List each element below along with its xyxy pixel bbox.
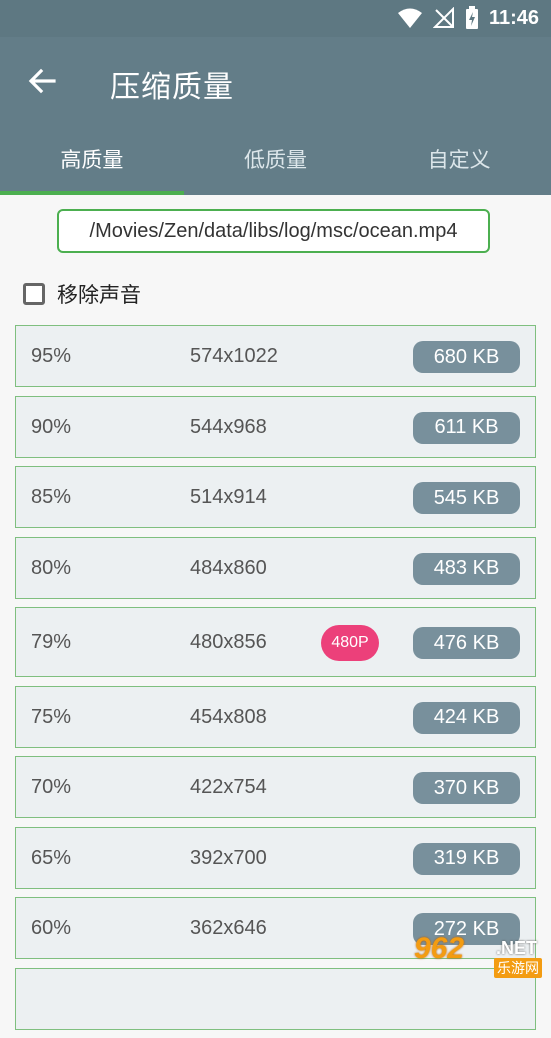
size-chip: 370 KB (413, 772, 520, 804)
size-chip: 476 KB (413, 627, 520, 659)
quality-resolution: 392x700 (190, 846, 267, 869)
tab-low-quality[interactable]: 低质量 (184, 123, 368, 195)
status-time: 11:46 (488, 6, 539, 29)
watermark-number: 962 (414, 932, 465, 965)
quality-resolution: 514x914 (190, 486, 267, 508)
status-bar: 11:46 (0, 0, 551, 37)
watermark-logo: 962 .NET 乐游网 (412, 932, 548, 978)
quality-resolution: 544x968 (190, 415, 267, 438)
quality-row[interactable]: 85% 514x914 545 KB (15, 466, 536, 528)
wifi-icon (397, 8, 422, 28)
quality-row[interactable]: 75% 454x808 424 KB (15, 685, 536, 748)
quality-percent: 60% (31, 917, 72, 939)
size-chip: 680 KB (413, 341, 520, 373)
no-signal-icon (432, 7, 454, 28)
watermark-net: .NET (496, 938, 538, 958)
quality-row[interactable]: 80% 484x860 483 KB (15, 536, 536, 599)
quality-row[interactable]: 70% 422x754 370 KB (15, 756, 536, 818)
battery-charging-icon (465, 6, 478, 29)
watermark-text: 乐游网 (494, 958, 542, 978)
back-button[interactable] (22, 61, 62, 101)
quality-resolution: 574x1022 (190, 345, 278, 367)
quality-row[interactable]: 90% 544x968 611 KB (15, 395, 536, 458)
file-path-field: /Movies/Zen/data/libs/log/msc/ocean.mp4 (57, 209, 490, 253)
quality-percent: 85% (31, 486, 72, 508)
resolution-badge: 480P (321, 625, 379, 661)
quality-percent: 70% (31, 776, 72, 798)
quality-percent: 80% (31, 556, 72, 579)
size-chip: 545 KB (413, 482, 520, 514)
remove-audio-label: 移除声音 (57, 284, 141, 307)
size-chip: 483 KB (413, 552, 520, 585)
tab-custom[interactable]: 自定义 (367, 123, 551, 195)
quality-row[interactable]: 79% 480x856 480P 476 KB (15, 607, 536, 677)
quality-resolution: 422x754 (190, 776, 267, 798)
size-chip: 611 KB (413, 411, 520, 444)
size-chip: 319 KB (413, 842, 520, 875)
tab-high-quality[interactable]: 高质量 (0, 123, 184, 195)
quality-percent: 75% (31, 705, 72, 728)
quality-percent: 79% (31, 631, 72, 653)
quality-percent: 95% (31, 345, 72, 367)
arrow-left-icon (28, 68, 56, 94)
size-chip: 424 KB (413, 701, 520, 734)
remove-audio-checkbox[interactable] (23, 283, 45, 305)
remove-audio-option[interactable]: 移除声音 (23, 279, 141, 309)
quality-row[interactable]: 95% 574x1022 680 KB (15, 325, 536, 387)
quality-percent: 65% (31, 846, 72, 869)
quality-row[interactable]: 65% 392x700 319 KB (15, 826, 536, 889)
quality-resolution: 480x856 (190, 631, 267, 653)
quality-resolution: 454x808 (190, 705, 267, 728)
tab-bar: 高质量 低质量 自定义 (0, 123, 551, 195)
quality-percent: 90% (31, 415, 72, 438)
status-icons: 11:46 (397, 6, 539, 30)
page-title: 压缩质量 (110, 71, 234, 104)
app-bar: 压缩质量 (0, 37, 551, 123)
quality-resolution: 362x646 (190, 917, 267, 939)
quality-resolution: 484x860 (190, 556, 267, 579)
